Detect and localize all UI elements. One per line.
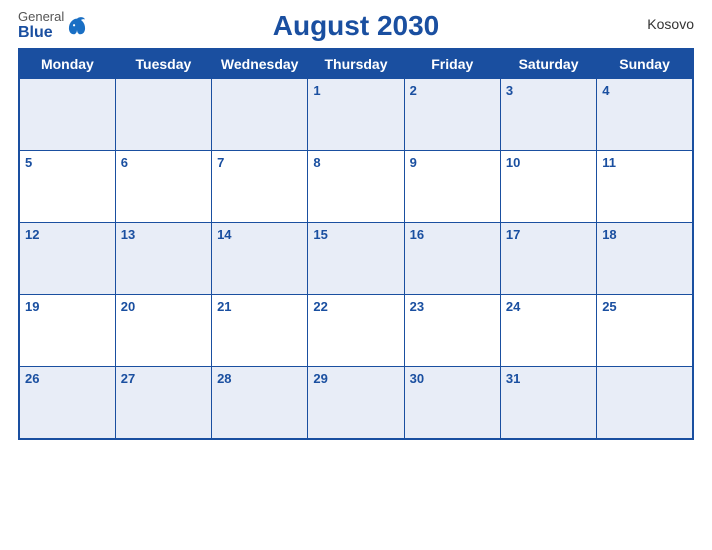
calendar-day-cell: 5 xyxy=(19,151,115,223)
day-number: 19 xyxy=(25,299,39,314)
day-number: 23 xyxy=(410,299,424,314)
calendar-day-cell: 18 xyxy=(597,223,693,295)
calendar-day-cell: 8 xyxy=(308,151,404,223)
calendar-day-cell: 12 xyxy=(19,223,115,295)
day-number: 11 xyxy=(602,155,616,170)
calendar-container: General Blue August 2030 Kosovo Monday T… xyxy=(0,0,712,550)
calendar-day-cell: 25 xyxy=(597,295,693,367)
calendar-day-cell: 4 xyxy=(597,79,693,151)
weekday-friday: Friday xyxy=(404,49,500,79)
country-label: Kosovo xyxy=(647,16,694,32)
calendar-day-cell: 29 xyxy=(308,367,404,439)
day-number: 1 xyxy=(313,83,320,98)
logo-text: General Blue xyxy=(18,10,64,42)
logo-bird-icon xyxy=(66,15,88,37)
day-number: 22 xyxy=(313,299,327,314)
calendar-week-row: 1 2 3 4 xyxy=(19,79,693,151)
calendar-header: General Blue August 2030 Kosovo xyxy=(18,10,694,42)
day-number: 24 xyxy=(506,299,520,314)
calendar-table: Monday Tuesday Wednesday Thursday Friday… xyxy=(18,48,694,440)
weekday-header-row: Monday Tuesday Wednesday Thursday Friday… xyxy=(19,49,693,79)
calendar-day-cell: 31 xyxy=(500,367,596,439)
calendar-day-cell: 20 xyxy=(115,295,211,367)
calendar-day-cell: 7 xyxy=(212,151,308,223)
calendar-day-cell xyxy=(19,79,115,151)
weekday-sunday: Sunday xyxy=(597,49,693,79)
calendar-day-cell: 26 xyxy=(19,367,115,439)
calendar-day-cell: 30 xyxy=(404,367,500,439)
day-number: 18 xyxy=(602,227,616,242)
day-number: 2 xyxy=(410,83,417,98)
calendar-day-cell: 3 xyxy=(500,79,596,151)
calendar-day-cell: 24 xyxy=(500,295,596,367)
day-number: 29 xyxy=(313,371,327,386)
day-number: 6 xyxy=(121,155,128,170)
logo-area: General Blue xyxy=(18,10,88,42)
day-number: 31 xyxy=(506,371,520,386)
calendar-day-cell: 19 xyxy=(19,295,115,367)
calendar-day-cell: 9 xyxy=(404,151,500,223)
logo-general: General xyxy=(18,10,64,24)
day-number: 16 xyxy=(410,227,424,242)
calendar-day-cell: 1 xyxy=(308,79,404,151)
calendar-day-cell: 28 xyxy=(212,367,308,439)
calendar-week-row: 12 13 14 15 16 17 18 xyxy=(19,223,693,295)
day-number: 28 xyxy=(217,371,231,386)
weekday-wednesday: Wednesday xyxy=(212,49,308,79)
calendar-day-cell: 15 xyxy=(308,223,404,295)
day-number: 7 xyxy=(217,155,224,170)
day-number: 27 xyxy=(121,371,135,386)
day-number: 20 xyxy=(121,299,135,314)
day-number: 12 xyxy=(25,227,39,242)
calendar-day-cell: 22 xyxy=(308,295,404,367)
day-number: 13 xyxy=(121,227,135,242)
calendar-day-cell: 2 xyxy=(404,79,500,151)
day-number: 9 xyxy=(410,155,417,170)
calendar-day-cell: 21 xyxy=(212,295,308,367)
day-number: 15 xyxy=(313,227,327,242)
weekday-tuesday: Tuesday xyxy=(115,49,211,79)
calendar-day-cell: 23 xyxy=(404,295,500,367)
weekday-saturday: Saturday xyxy=(500,49,596,79)
day-number: 5 xyxy=(25,155,32,170)
day-number: 8 xyxy=(313,155,320,170)
calendar-week-row: 5 6 7 8 9 10 11 xyxy=(19,151,693,223)
calendar-day-cell xyxy=(212,79,308,151)
calendar-week-row: 26 27 28 29 30 31 xyxy=(19,367,693,439)
day-number: 30 xyxy=(410,371,424,386)
calendar-day-cell: 6 xyxy=(115,151,211,223)
month-title: August 2030 xyxy=(18,10,694,42)
day-number: 10 xyxy=(506,155,520,170)
calendar-day-cell xyxy=(597,367,693,439)
day-number: 17 xyxy=(506,227,520,242)
weekday-thursday: Thursday xyxy=(308,49,404,79)
calendar-day-cell: 11 xyxy=(597,151,693,223)
day-number: 3 xyxy=(506,83,513,98)
day-number: 14 xyxy=(217,227,231,242)
logo-blue: Blue xyxy=(18,24,64,42)
calendar-day-cell: 10 xyxy=(500,151,596,223)
calendar-week-row: 19 20 21 22 23 24 25 xyxy=(19,295,693,367)
day-number: 25 xyxy=(602,299,616,314)
calendar-day-cell: 17 xyxy=(500,223,596,295)
day-number: 21 xyxy=(217,299,231,314)
calendar-day-cell: 14 xyxy=(212,223,308,295)
day-number: 26 xyxy=(25,371,39,386)
calendar-day-cell: 13 xyxy=(115,223,211,295)
weekday-monday: Monday xyxy=(19,49,115,79)
calendar-body: 1234567891011121314151617181920212223242… xyxy=(19,79,693,439)
calendar-day-cell xyxy=(115,79,211,151)
calendar-day-cell: 27 xyxy=(115,367,211,439)
day-number: 4 xyxy=(602,83,609,98)
calendar-day-cell: 16 xyxy=(404,223,500,295)
